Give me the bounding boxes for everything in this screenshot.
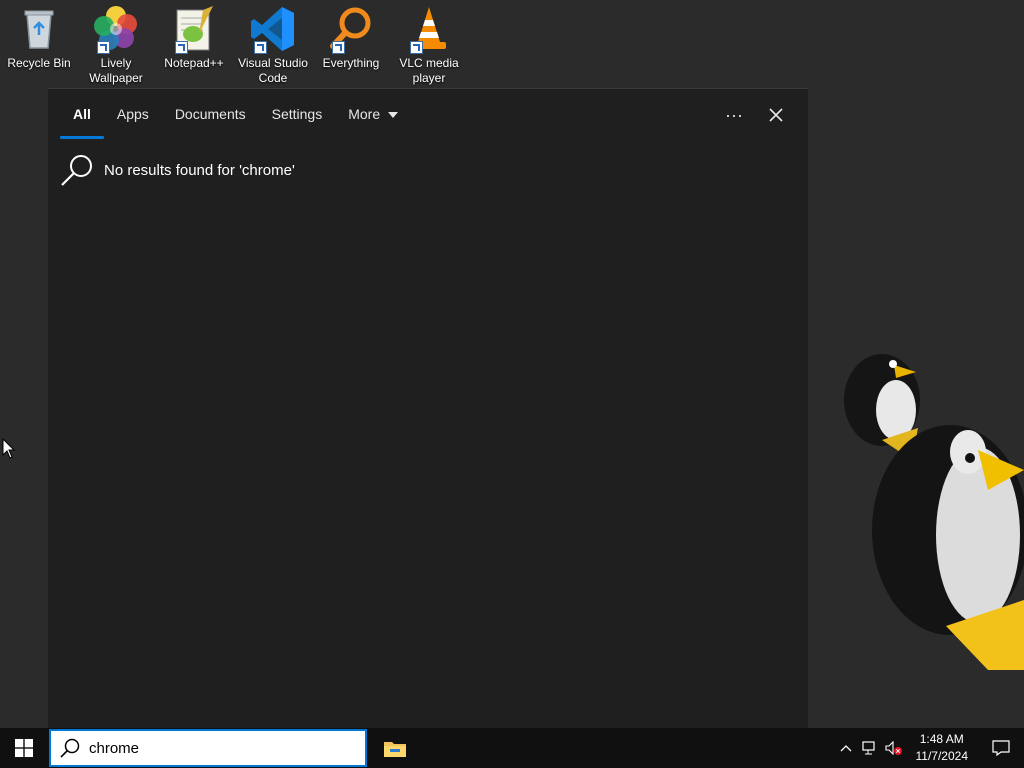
- no-results-text: No results found for 'chrome': [104, 161, 295, 179]
- taskbar-search-box[interactable]: [49, 729, 367, 767]
- shortcut-arrow-icon: [175, 41, 188, 54]
- penguin-wallpaper: [838, 330, 1024, 670]
- action-center-button[interactable]: [978, 728, 1024, 768]
- desktop-icon-vlc[interactable]: VLC media player: [390, 4, 468, 86]
- desktop-icon-notepad-plus-plus[interactable]: Notepad++: [155, 4, 233, 71]
- windows-logo-icon: [15, 739, 33, 757]
- tab-apps[interactable]: Apps: [104, 103, 162, 127]
- no-results-message: No results found for 'chrome': [60, 153, 295, 187]
- system-tray: 1:48 AM 11/7/2024: [834, 728, 1024, 768]
- more-options-button[interactable]: ···: [720, 103, 748, 127]
- shortcut-arrow-icon: [332, 41, 345, 54]
- desktop-icon-label: Everything: [322, 56, 380, 70]
- tab-all[interactable]: All: [60, 103, 104, 139]
- show-hidden-icons-button[interactable]: [834, 728, 858, 768]
- close-icon: [769, 108, 783, 122]
- tab-documents[interactable]: Documents: [162, 103, 259, 127]
- desktop-icon-label: Notepad++: [164, 56, 224, 70]
- clock-time: 1:48 AM: [919, 732, 964, 746]
- search-panel: All Apps Documents Settings More ··· No …: [48, 88, 808, 729]
- search-tabs: All Apps Documents Settings More: [60, 103, 411, 139]
- desktop-icon-label: Recycle Bin: [7, 56, 71, 70]
- shortcut-arrow-icon: [97, 41, 110, 54]
- notification-icon: [992, 740, 1010, 756]
- vlc-icon: [404, 4, 454, 54]
- taskbar: 1:48 AM 11/7/2024: [0, 728, 1024, 768]
- clock-date: 11/7/2024: [915, 749, 969, 763]
- tab-settings[interactable]: Settings: [259, 103, 336, 127]
- desktop-icon-label: VLC media player: [399, 56, 459, 85]
- tab-label: Apps: [116, 106, 149, 122]
- file-explorer-button[interactable]: [372, 728, 418, 768]
- start-button[interactable]: [0, 728, 48, 768]
- folder-icon: [384, 742, 406, 757]
- clock[interactable]: 1:48 AM 11/7/2024: [906, 731, 979, 765]
- chevron-down-icon: [388, 112, 399, 119]
- lively-wallpaper-icon: [91, 4, 141, 54]
- volume-muted-icon: [884, 741, 902, 755]
- search-icon: [61, 155, 92, 186]
- search-input[interactable]: [89, 739, 339, 757]
- desktop-icon-label: Visual Studio Code: [238, 56, 308, 85]
- recycle-bin-icon: [14, 4, 64, 54]
- chevron-up-icon: [840, 745, 851, 752]
- desktop-icon-everything[interactable]: Everything: [312, 4, 390, 71]
- shortcut-arrow-icon: [254, 41, 267, 54]
- shortcut-arrow-icon: [410, 41, 423, 54]
- network-icon: [861, 741, 875, 755]
- desktop-icon-vscode[interactable]: Visual Studio Code: [234, 4, 312, 86]
- vscode-icon: [248, 4, 298, 54]
- desktop-icon-recycle-bin[interactable]: Recycle Bin: [0, 4, 78, 71]
- network-button[interactable]: [858, 728, 882, 768]
- desktop-icon-label: Lively Wallpaper: [89, 56, 143, 85]
- notepad-plus-plus-icon: [169, 4, 219, 54]
- tab-label: Documents: [174, 106, 246, 122]
- desktop-icons: Recycle Bin Lively Wallpaper Notepad++ V…: [0, 0, 480, 88]
- tab-more[interactable]: More: [335, 103, 411, 127]
- volume-button[interactable]: [882, 728, 906, 768]
- everything-search-icon: [326, 4, 376, 54]
- mouse-cursor: [2, 437, 16, 460]
- desktop-icon-lively-wallpaper[interactable]: Lively Wallpaper: [77, 4, 155, 86]
- tab-label: All: [73, 106, 91, 122]
- search-icon: [60, 738, 80, 758]
- close-button[interactable]: [762, 103, 790, 127]
- tab-label: More: [348, 106, 381, 122]
- tab-label: Settings: [271, 106, 323, 122]
